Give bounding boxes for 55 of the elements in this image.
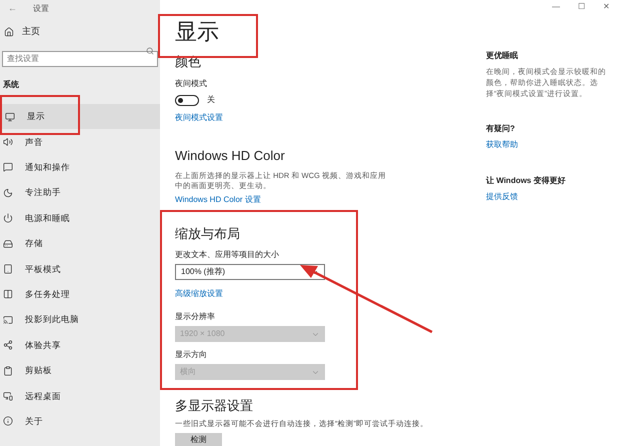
share-icon [3, 340, 13, 350]
detect-button[interactable]: 检测 [175, 433, 222, 446]
aside-heading: 让 Windows 变得更好 [486, 175, 566, 187]
search-icon [146, 47, 154, 55]
page-title: 显示 [175, 18, 219, 46]
sidebar-item[interactable]: 电源和睡眠 [0, 206, 160, 231]
sidebar-item[interactable]: 存储 [0, 230, 160, 256]
sidebar-item[interactable]: 显示 [0, 104, 160, 130]
sidebar-item[interactable]: 专注助手 [0, 180, 160, 206]
clipboard-icon [3, 366, 13, 376]
field-label: 显示方向 [175, 350, 208, 360]
sidebar-item[interactable]: 剪贴板 [0, 358, 160, 384]
field-label: 夜间模式 [175, 78, 207, 90]
advanced-scaling-link[interactable]: 高级缩放设置 [175, 288, 223, 300]
toggle-state: 关 [207, 94, 215, 106]
columns-icon [3, 289, 13, 300]
section-heading: 缩放与布局 [175, 226, 240, 242]
sidebar-item[interactable]: 远程桌面 [0, 383, 160, 409]
sidebar-item[interactable]: 声音 [0, 129, 160, 155]
devices-icon [3, 390, 13, 401]
tablet-icon [3, 264, 13, 274]
section-heading: 系统 [2, 79, 20, 91]
window-control[interactable]: ☐ [578, 1, 585, 13]
hd-color-settings-link[interactable]: Windows HD Color 设置 [175, 194, 261, 206]
power-icon [3, 213, 13, 224]
field-label: 显示分辨率 [175, 312, 216, 322]
section-heading: 多显示器设置 [175, 398, 253, 414]
night-mode-settings-link[interactable]: 夜间模式设置 [175, 112, 223, 124]
sidebar-item[interactable]: 平板模式 [0, 256, 160, 282]
night-mode-toggle[interactable] [175, 94, 199, 106]
sidebar-item[interactable]: 投影到此电脑 [0, 307, 160, 333]
info-icon [3, 416, 13, 426]
search-field[interactable]: 查找设置 [2, 50, 158, 66]
dropdown[interactable]: 100% (推荐) [175, 264, 325, 280]
window-control[interactable]: ✕ [603, 1, 610, 13]
moon-icon [3, 188, 13, 198]
field-label: 更改文本、应用等项目的大小 [175, 250, 280, 260]
speaker-icon [3, 137, 13, 148]
aside-link[interactable]: 获取帮助 [486, 139, 610, 151]
sidebar-item[interactable]: 体验共享 [0, 332, 160, 358]
drive-icon [3, 238, 13, 249]
aside-heading: 更优睡眠 [486, 50, 519, 62]
cast-icon [3, 314, 13, 325]
sidebar-item[interactable]: 多任务处理 [0, 282, 160, 308]
sidebar-item[interactable]: 关于 [0, 408, 160, 434]
monitor-icon [5, 112, 15, 122]
aside-heading: 有疑问? [486, 123, 516, 135]
window-title: 设置 [33, 3, 49, 15]
sidebar-item[interactable]: 通知和操作 [0, 154, 160, 180]
aside-link[interactable]: 提供反馈 [486, 191, 610, 203]
home-icon [4, 27, 14, 37]
section-heading: Windows HD Color [175, 148, 285, 164]
message-icon [3, 162, 13, 172]
home-link[interactable]: 主页 [0, 20, 160, 44]
window-control[interactable]: — [552, 1, 560, 13]
